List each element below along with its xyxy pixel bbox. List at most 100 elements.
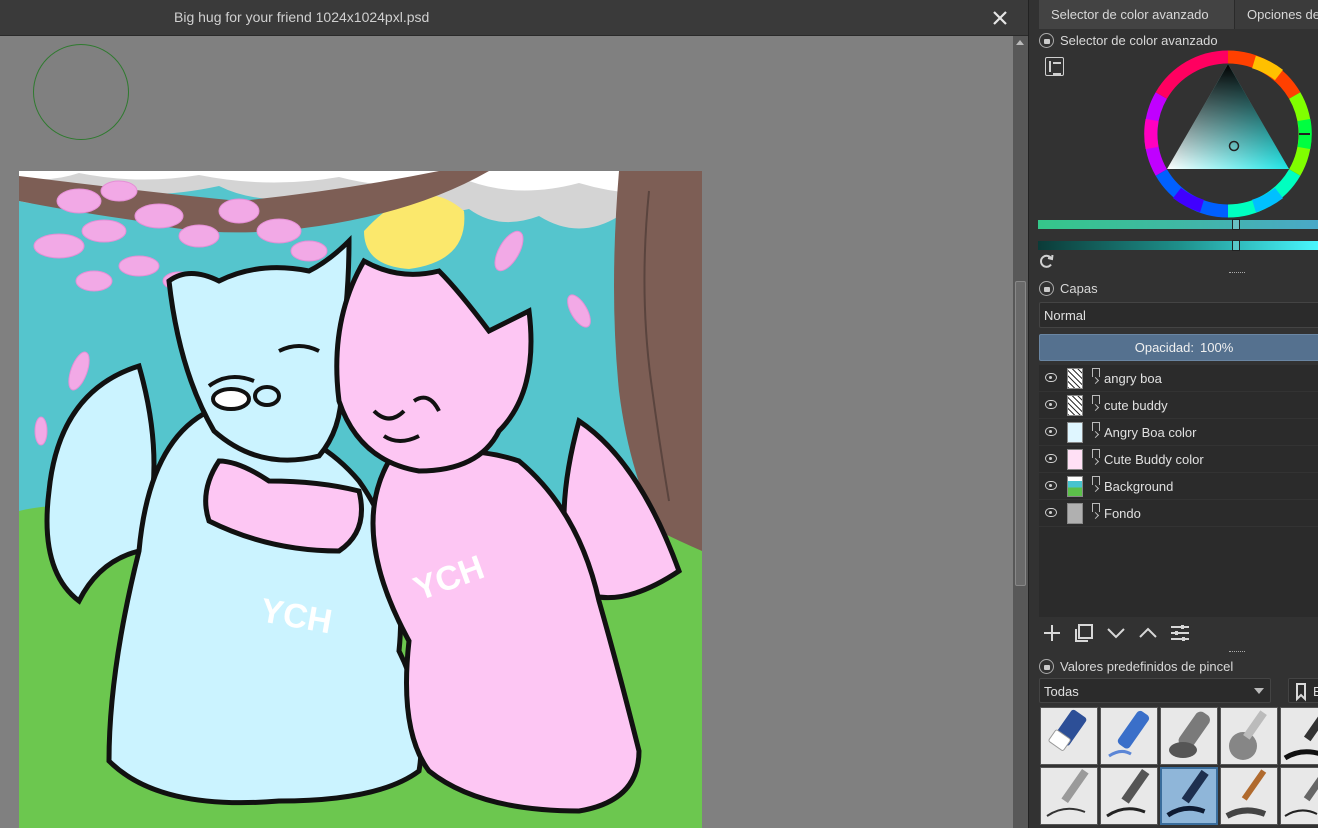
lock-icon[interactable] [1039,32,1054,48]
artwork-canvas[interactable]: YCH YCH [19,171,702,828]
blender-brush-preset[interactable] [1100,707,1158,765]
sketch-pen-icon [1284,769,1318,817]
hue-wheel[interactable] [1144,50,1312,218]
layer-thumbnail [1067,368,1083,389]
brush-tag-label: E [1313,684,1318,699]
right-dock: Selector de color avanzado Opciones de S… [1028,0,1318,828]
pen-icon [1283,708,1318,761]
layer-name[interactable]: Angry Boa color [1104,425,1197,440]
scrollbar-thumb[interactable] [1015,281,1026,586]
paint-layer-icon [1091,395,1101,415]
smudge-icon [1169,711,1210,758]
layer-name[interactable]: Background [1104,479,1173,494]
ink-brush-icon [1166,769,1209,818]
eye-icon[interactable] [1045,508,1057,517]
airbrush-icon [1229,710,1267,760]
move-layer-down-icon[interactable] [1105,622,1127,644]
brush-preset-grid [1039,706,1318,828]
close-icon [993,11,1007,25]
layer-list[interactable]: angry boa cute buddy Angry Boa color Cut… [1039,365,1318,617]
color-selector-header: Selector de color avanzado [1039,31,1218,49]
eye-icon[interactable] [1045,427,1057,436]
layer-thumbnail [1067,422,1083,443]
ink-pen-preset[interactable] [1280,707,1318,765]
layer-name[interactable]: Fondo [1104,506,1141,521]
brush-presets-header: Valores predefinidos de pincel [1039,657,1233,675]
lock-icon[interactable] [1039,280,1054,296]
blend-mode-select[interactable]: Normal [1039,302,1318,328]
selector-settings-icon[interactable] [1045,57,1064,76]
paint-layer-icon [1091,476,1101,496]
brush-tag-filter-select[interactable]: Todas [1039,678,1271,703]
layers-title: Capas [1060,280,1098,296]
paintbrush-icon [1225,769,1267,819]
layer-row[interactable]: angry boa [1039,365,1318,392]
close-document-button[interactable] [988,6,1012,30]
layer-row[interactable]: cute buddy [1039,392,1318,419]
paint-layer-icon [1091,449,1101,469]
eraser-brush-preset[interactable] [1040,707,1098,765]
selected-brush-preset[interactable] [1160,767,1218,825]
paint-layer-icon [1091,503,1101,523]
hue-slider[interactable] [1038,219,1318,230]
panel-resize-grip[interactable] [1229,272,1245,275]
panel-resize-grip[interactable] [1229,651,1245,654]
document-tab-bar: Big hug for your friend 1024x1024pxl.psd [0,0,1028,36]
fineliner-preset[interactable] [1100,767,1158,825]
slider-handle[interactable] [1232,219,1240,230]
chevron-down-icon [1254,688,1264,694]
duplicate-layer-icon[interactable] [1073,622,1095,644]
paint-layer-icon [1091,368,1101,388]
opacity-value: 100% [1200,340,1234,355]
layer-thumbnail [1067,476,1083,497]
pencil-preset[interactable] [1040,767,1098,825]
airbrush-preset[interactable] [1220,707,1278,765]
brush-outline-cursor [33,44,129,140]
document-area: Big hug for your friend 1024x1024pxl.psd [0,0,1028,828]
eye-icon[interactable] [1045,400,1057,409]
eraser-icon [1048,709,1087,751]
fineliner-icon [1106,768,1150,818]
marker-icon [1108,710,1150,758]
paint-layer-icon [1091,422,1101,442]
scroll-up-arrow[interactable] [1016,40,1024,45]
layer-row[interactable]: Cute Buddy color [1039,446,1318,473]
document-title[interactable]: Big hug for your friend 1024x1024pxl.psd [174,9,429,25]
layer-name[interactable]: Cute Buddy color [1104,452,1204,467]
brush-tag-button[interactable]: E [1288,678,1318,703]
layer-thumbnail [1067,503,1083,524]
value-slider[interactable] [1038,240,1318,251]
tab-tool-options[interactable]: Opciones de [1235,0,1318,29]
brush-filter-value: Todas [1044,684,1079,699]
eye-icon[interactable] [1045,373,1057,382]
add-layer-icon[interactable] [1041,622,1063,644]
layer-row[interactable]: Background [1039,473,1318,500]
paint-brush-preset[interactable] [1220,767,1278,825]
layer-row[interactable]: Angry Boa color [1039,419,1318,446]
layers-header: Capas [1039,279,1098,297]
move-layer-up-icon[interactable] [1137,622,1159,644]
lock-icon[interactable] [1039,658,1054,674]
opacity-label: Opacidad: [1134,340,1194,355]
canvas-view[interactable]: YCH YCH [0,36,1013,828]
opacity-slider[interactable]: Opacidad: 100% [1039,334,1318,361]
tab-advanced-color-selector[interactable]: Selector de color avanzado [1039,0,1235,29]
layer-toolbar [1041,622,1191,644]
smudge-brush-preset[interactable] [1160,707,1218,765]
layer-name[interactable]: cute buddy [1104,398,1168,413]
krita-window: Big hug for your friend 1024x1024pxl.psd [0,0,1318,828]
eye-icon[interactable] [1045,454,1057,463]
layer-name[interactable]: angry boa [1104,371,1162,386]
slider-handle[interactable] [1232,240,1240,251]
layer-properties-icon[interactable] [1169,622,1191,644]
canvas-vertical-scrollbar[interactable] [1013,36,1028,828]
eye-icon[interactable] [1045,481,1057,490]
layer-thumbnail [1067,449,1083,470]
layer-thumbnail [1067,395,1083,416]
brush-presets-title: Valores predefinidos de pincel [1060,658,1234,674]
refresh-icon[interactable] [1038,253,1055,270]
pencil-icon [1046,768,1089,817]
layer-row[interactable]: Fondo [1039,500,1318,527]
sketch-pen-preset[interactable] [1280,767,1318,825]
color-selector-title: Selector de color avanzado [1060,32,1218,48]
